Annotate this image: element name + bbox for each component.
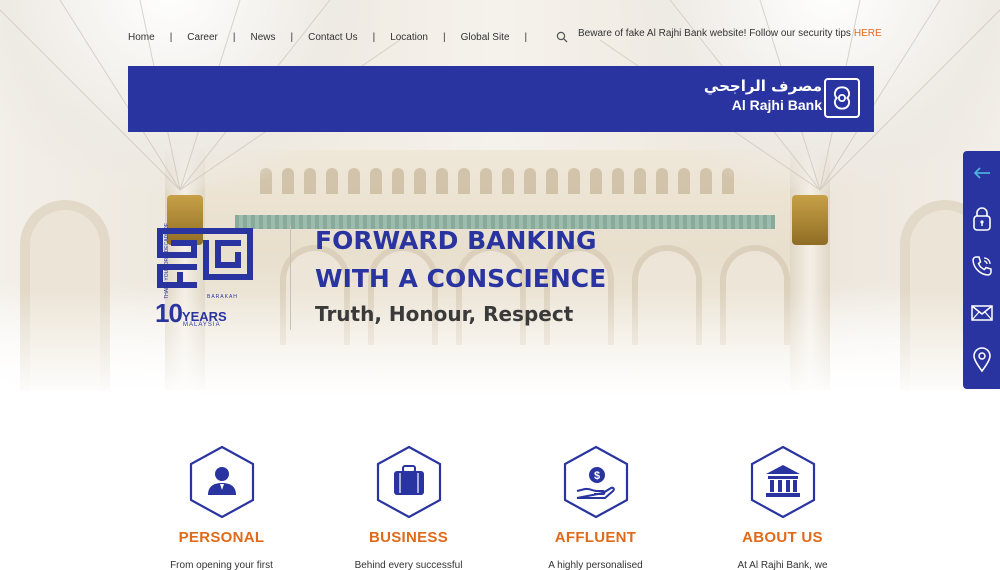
top-navigation: Home | Career | News | Contact Us | Loca… (128, 30, 568, 44)
briefcase-icon (376, 445, 441, 519)
hero-divider (290, 225, 291, 330)
card-about-us-title: ABOUT US (742, 529, 823, 546)
card-about-us-desc: At Al Rajhi Bank, we (737, 560, 828, 570)
card-about-us[interactable]: ABOUT US At Al Rajhi Bank, we (689, 445, 876, 570)
card-business-title: BUSINESS (368, 529, 449, 546)
barakah-10-years-logo: THANK YOU FOR A DECADE OF BARAKAH 10YEAR… (155, 223, 255, 333)
feature-cards: PERSONAL From opening your first BUSINES… (128, 445, 874, 570)
nav-location[interactable]: Location (390, 32, 428, 43)
mail-icon (970, 304, 993, 321)
brand-arabic-name: مصرف الراجحي (703, 77, 822, 95)
location-pin-icon (972, 346, 991, 372)
hero-title-line2: WITH A CONSCIENCE (315, 264, 607, 293)
hero-title: FORWARD BANKING WITH A CONSCIENCE (315, 222, 606, 298)
nav-career[interactable]: Career (187, 32, 218, 43)
card-personal-desc: From opening your first (170, 560, 273, 570)
phone-icon (971, 255, 992, 276)
barakah-kufic-icon (157, 228, 253, 288)
sidebar-security-button[interactable] (963, 195, 1000, 242)
al-rajhi-logo-icon[interactable] (824, 78, 860, 118)
person-icon (189, 445, 254, 519)
card-business-desc: Behind every successful (354, 560, 463, 570)
nav-separator: | (232, 31, 236, 43)
card-personal-title: PERSONAL (178, 529, 265, 546)
nav-separator: | (169, 31, 173, 43)
security-tips-link[interactable]: HERE (854, 28, 882, 39)
header-banner: مصرف الراجحي Al Rajhi Bank (128, 66, 874, 132)
nav-home[interactable]: Home (128, 32, 155, 43)
hero-title-line1: FORWARD BANKING (315, 226, 597, 255)
nav-separator: | (372, 31, 376, 43)
card-business[interactable]: BUSINESS Behind every successful (315, 445, 502, 570)
bank-building-icon (750, 445, 815, 519)
svg-text:$: $ (593, 470, 599, 482)
arrow-left-icon (973, 167, 990, 179)
security-notice-text: Beware of fake Al Rajhi Bank website! Fo… (578, 28, 851, 39)
nav-separator: | (524, 31, 528, 43)
hero-background (0, 0, 1000, 400)
sidebar-collapse-button[interactable] (963, 151, 1000, 195)
nav-separator: | (290, 31, 294, 43)
nav-contact-us[interactable]: Contact Us (308, 32, 357, 43)
lock-icon (972, 206, 991, 231)
years-number: 10 (155, 298, 183, 328)
search-icon[interactable] (556, 31, 568, 43)
nav-separator: | (443, 31, 446, 43)
hero-subtitle: Truth, Honour, Respect (315, 302, 574, 326)
card-personal[interactable]: PERSONAL From opening your first (128, 445, 315, 570)
sidebar-mail-button[interactable] (963, 289, 1000, 336)
nav-news[interactable]: News (250, 32, 275, 43)
security-notice: Beware of fake Al Rajhi Bank website! Fo… (578, 28, 882, 39)
brand-english-name: Al Rajhi Bank (731, 97, 822, 113)
sidebar-location-button[interactable] (963, 336, 1000, 383)
barakah-country: MALAYSIA (183, 322, 221, 328)
brand-logo-text[interactable]: مصرف الراجحي Al Rajhi Bank (704, 76, 822, 114)
floating-sidebar (963, 151, 1000, 389)
card-affluent[interactable]: $ AFFLUENT A highly personalised (502, 445, 689, 570)
card-affluent-desc: A highly personalised (548, 560, 643, 570)
money-hand-icon: $ (563, 445, 628, 519)
lantern-right (792, 195, 828, 245)
sidebar-call-button[interactable] (963, 242, 1000, 289)
card-affluent-title: AFFLUENT (554, 529, 637, 546)
nav-global-site[interactable]: Global Site (461, 32, 510, 43)
